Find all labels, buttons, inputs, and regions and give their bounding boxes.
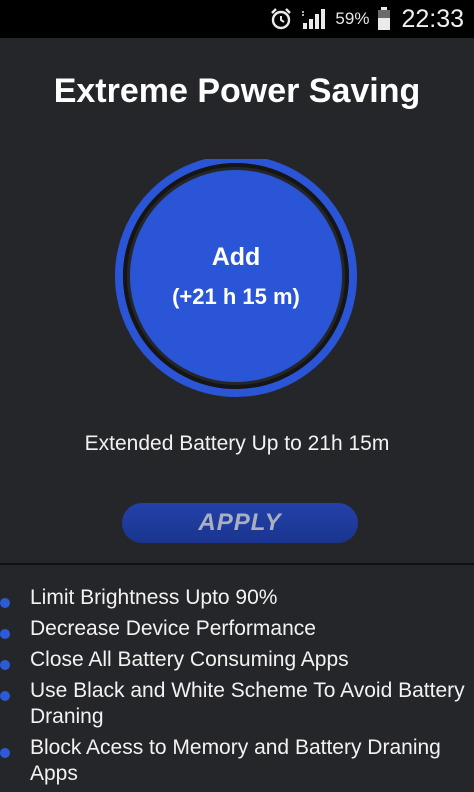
bullet-icon xyxy=(0,684,12,710)
feature-text: Use Black and White Scheme To Avoid Batt… xyxy=(30,679,465,728)
bullet-icon xyxy=(0,653,12,679)
list-item: Block Acess to Memory and Battery Dranin… xyxy=(0,735,474,787)
feature-list: Limit Brightness Upto 90% Decrease Devic… xyxy=(0,585,474,792)
feature-text: Decrease Device Performance xyxy=(30,617,316,640)
apply-label: APPLY xyxy=(198,509,282,536)
status-icons: 59% 22:33 xyxy=(269,0,464,38)
boost-button[interactable]: Add (+21 h 15 m) xyxy=(130,170,342,382)
feature-text: Close All Battery Consuming Apps xyxy=(30,648,349,671)
bullet-icon xyxy=(0,741,12,767)
signal-icon xyxy=(301,8,327,30)
list-item: Close All Battery Consuming Apps xyxy=(0,647,474,673)
list-item: Limit Brightness Upto 90% xyxy=(0,585,474,611)
feature-text: Block Acess to Memory and Battery Dranin… xyxy=(30,736,441,785)
clock: 22:33 xyxy=(401,4,464,33)
extended-battery-text: Extended Battery Up to 21h 15m xyxy=(84,432,390,455)
list-item: Use Black and White Scheme To Avoid Batt… xyxy=(0,678,474,730)
boost-label: Add xyxy=(211,242,261,271)
battery-icon xyxy=(377,7,391,31)
boost-ring: Add (+21 h 15 m) xyxy=(113,159,359,405)
battery-percent: 59% xyxy=(335,9,370,28)
bullet-icon xyxy=(0,622,12,648)
boost-value: (+21 h 15 m) xyxy=(172,283,300,309)
apply-button[interactable]: APPLY xyxy=(122,503,358,543)
page-title: Extreme Power Saving xyxy=(53,72,421,110)
status-bar: 59% 22:33 xyxy=(0,0,474,38)
alarm-icon xyxy=(269,7,293,31)
list-item: Decrease Device Performance xyxy=(0,616,474,642)
feature-text: Limit Brightness Upto 90% xyxy=(30,586,278,609)
divider xyxy=(0,563,474,565)
bullet-icon xyxy=(0,591,12,617)
